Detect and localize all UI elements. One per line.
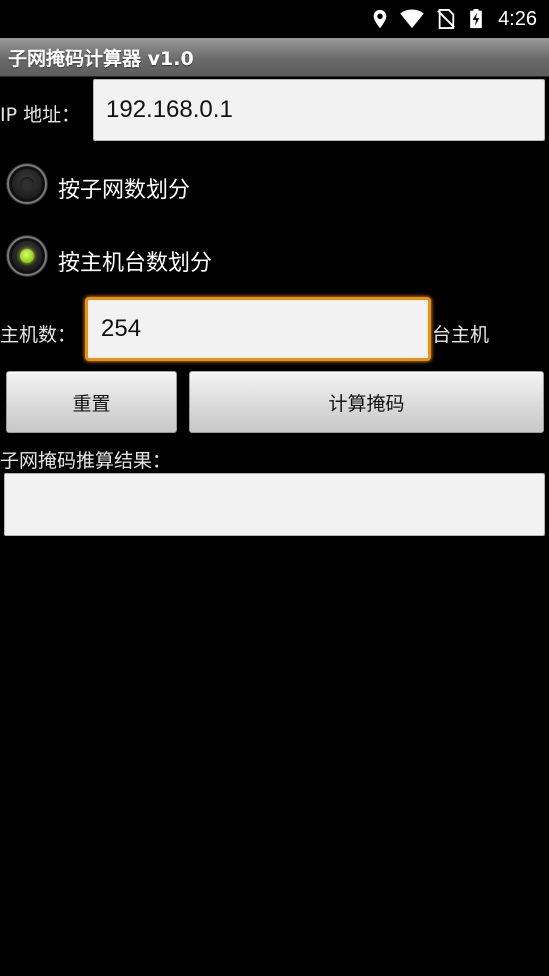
no-sim-icon — [437, 9, 455, 29]
wifi-icon — [400, 9, 424, 29]
host-count-input[interactable]: 254 — [85, 297, 431, 361]
app-title: 子网掩码计算器 v1.0 — [8, 48, 194, 70]
calculate-mask-button[interactable]: 计算掩码 — [189, 371, 544, 433]
hosts-unit-label: 台主机 — [432, 324, 490, 346]
ip-address-value: 192.168.0.1 — [106, 96, 233, 123]
ip-address-input[interactable]: 192.168.0.1 — [93, 79, 545, 141]
host-count-value: 254 — [101, 315, 142, 342]
result-field[interactable] — [4, 473, 545, 536]
radio-dot-selected-icon — [20, 249, 34, 263]
battery-charging-icon — [470, 9, 482, 29]
radio-by-host-count[interactable] — [7, 236, 47, 276]
radio-by-host-count-label[interactable]: 按主机台数划分 — [58, 245, 212, 277]
status-bar: 4:26 — [0, 0, 549, 38]
status-time: 4:26 — [498, 8, 537, 30]
reset-button[interactable]: 重置 — [6, 371, 177, 433]
result-label: 子网掩码推算结果： — [0, 450, 172, 472]
radio-by-subnet-count-label[interactable]: 按子网数划分 — [58, 172, 190, 204]
title-bar: 子网掩码计算器 v1.0 — [0, 38, 549, 77]
radio-by-subnet-count[interactable] — [7, 164, 47, 204]
ip-label: IP 地址： — [0, 104, 81, 126]
radio-dot-icon — [20, 177, 34, 191]
location-icon — [373, 9, 387, 29]
hosts-label: 主机数： — [0, 324, 77, 346]
